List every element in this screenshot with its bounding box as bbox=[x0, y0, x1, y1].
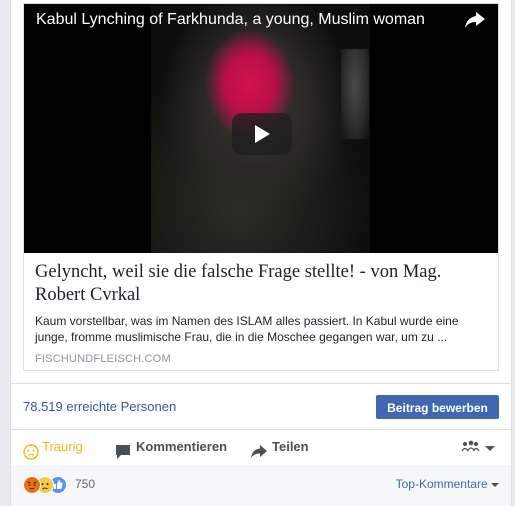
play-button[interactable] bbox=[232, 113, 292, 155]
reaction-count[interactable]: 750 bbox=[75, 477, 95, 491]
reactions-footer: 750 Top-Kommentare bbox=[11, 465, 511, 506]
link-preview[interactable]: Kabul Lynching of Farkhunda, a young, Mu… bbox=[23, 3, 499, 371]
link-title[interactable]: Gelyncht, weil sie die falsche Frage ste… bbox=[35, 261, 487, 307]
reaction-button[interactable]: Traurig bbox=[23, 430, 83, 464]
comment-label: Kommentieren bbox=[136, 439, 228, 454]
angry-reaction-icon bbox=[23, 476, 41, 494]
video-title[interactable]: Kabul Lynching of Farkhunda, a young, Mu… bbox=[36, 10, 425, 30]
audience-selector[interactable] bbox=[461, 430, 501, 464]
boost-post-button[interactable]: Beitrag bewerben bbox=[376, 395, 499, 419]
share-button[interactable]: Teilen bbox=[251, 430, 309, 464]
share-label: Teilen bbox=[272, 439, 309, 454]
divider bbox=[11, 383, 511, 384]
comment-button[interactable]: Kommentieren bbox=[115, 430, 227, 464]
reach-count[interactable]: 78.519 erreichte Personen bbox=[23, 399, 176, 414]
action-bar: Traurig Kommentieren Teilen bbox=[11, 430, 511, 464]
link-description: Kaum vorstellbar, was im Namen des ISLAM… bbox=[35, 314, 459, 344]
play-icon bbox=[255, 125, 270, 143]
link-domain: FISCHUNDFLEISCH.COM bbox=[35, 353, 171, 365]
chevron-down-icon bbox=[491, 482, 499, 487]
reaction-summary[interactable] bbox=[23, 476, 73, 494]
background-figure bbox=[341, 49, 369, 139]
share-arrow-icon[interactable] bbox=[464, 10, 486, 30]
chevron-down-icon bbox=[485, 446, 495, 451]
video-player[interactable]: Kabul Lynching of Farkhunda, a young, Mu… bbox=[24, 4, 498, 253]
comment-sort-dropdown[interactable]: Top-Kommentare bbox=[396, 477, 499, 491]
reaction-label: Traurig bbox=[42, 439, 83, 454]
audience-icon bbox=[461, 440, 495, 452]
comment-sort-label: Top-Kommentare bbox=[395, 477, 488, 491]
link-body[interactable]: Gelyncht, weil sie die falsche Frage ste… bbox=[35, 261, 487, 365]
post-card: Kabul Lynching of Farkhunda, a young, Mu… bbox=[10, 0, 512, 506]
